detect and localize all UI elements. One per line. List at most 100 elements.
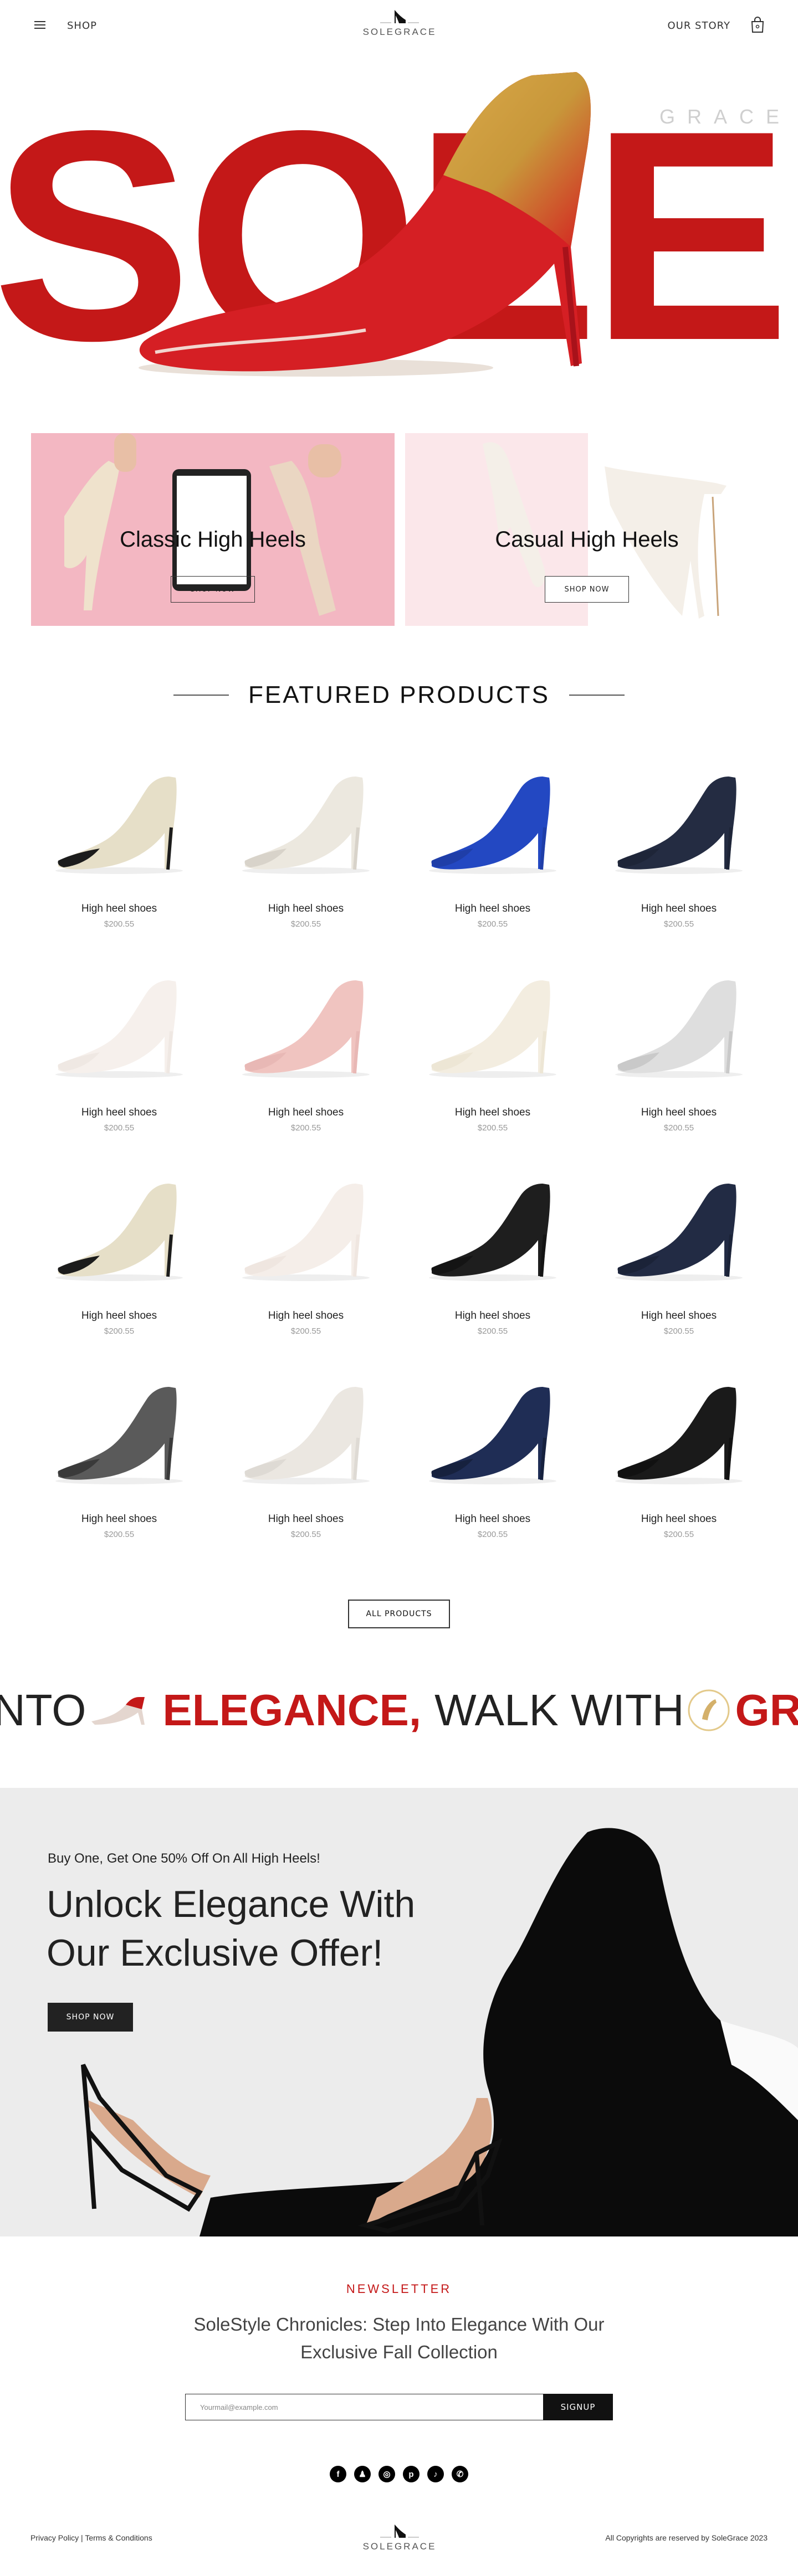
product-card[interactable]: High heel shoes $200.55	[405, 748, 581, 936]
product-image[interactable]	[591, 952, 767, 1100]
product-name[interactable]: High heel shoes	[31, 1513, 207, 1525]
product-name[interactable]: High heel shoes	[591, 1513, 767, 1525]
category-card-classic[interactable]: Classic High Heels SHOP NOW	[31, 433, 395, 626]
shop-link[interactable]: SHOP	[67, 20, 97, 32]
product-image[interactable]	[218, 748, 394, 896]
product-name[interactable]: High heel shoes	[405, 903, 581, 915]
product-name[interactable]: High heel shoes	[405, 1513, 581, 1525]
product-card[interactable]: High heel shoes $200.55	[31, 952, 207, 1140]
product-name[interactable]: High heel shoes	[31, 903, 207, 915]
heel-logo-icon	[380, 10, 419, 23]
product-name[interactable]: High heel shoes	[591, 903, 767, 915]
product-card[interactable]: High heel shoes $200.55	[31, 748, 207, 936]
product-image[interactable]	[31, 1358, 207, 1506]
product-image[interactable]	[591, 1358, 767, 1506]
terms-link[interactable]: Terms & Conditions	[85, 2533, 152, 2542]
newsletter-form: SIGNUP	[185, 2394, 613, 2420]
product-card[interactable]: High heel shoes $200.55	[591, 1358, 767, 1546]
category-title: Classic High Heels	[120, 527, 306, 552]
privacy-policy-link[interactable]: Privacy Policy	[30, 2533, 79, 2542]
product-card[interactable]: High heel shoes $200.55	[218, 952, 394, 1140]
product-price: $200.55	[663, 1326, 694, 1336]
product-image[interactable]	[218, 952, 394, 1100]
product-price: $200.55	[477, 1326, 508, 1336]
product-image[interactable]	[218, 1155, 394, 1303]
red-heel-image	[139, 72, 591, 377]
product-image[interactable]	[591, 1155, 767, 1303]
product-image[interactable]	[218, 1358, 394, 1506]
product-card[interactable]: High heel shoes $200.55	[405, 1358, 581, 1546]
product-name[interactable]: High heel shoes	[218, 1513, 394, 1525]
whatsapp-icon[interactable]: ✆	[452, 2466, 468, 2482]
promo-banner: Buy One, Get One 50% Off On All High Hee…	[0, 1788, 798, 2236]
product-price: $200.55	[477, 919, 508, 929]
product-image[interactable]	[405, 1155, 581, 1303]
heading-divider-left	[173, 695, 229, 696]
product-price: $200.55	[290, 1326, 321, 1336]
product-name[interactable]: High heel shoes	[31, 1107, 207, 1119]
product-price: $200.55	[477, 1530, 508, 1539]
grace-badge-icon	[688, 1689, 729, 1731]
product-price: $200.55	[290, 919, 321, 929]
product-price: $200.55	[663, 1530, 694, 1539]
footer-logo[interactable]: SOLEGRACE	[358, 2522, 441, 2552]
product-card[interactable]: High heel shoes $200.55	[218, 1358, 394, 1546]
product-card[interactable]: High heel shoes $200.55	[405, 1155, 581, 1343]
shop-now-button[interactable]: SHOP NOW	[171, 576, 255, 603]
product-name[interactable]: High heel shoes	[591, 1310, 767, 1322]
promo-eyebrow: Buy One, Get One 50% Off On All High Hee…	[48, 1851, 320, 1866]
footer-brand-name: SOLEGRACE	[362, 2541, 437, 2552]
product-name[interactable]: High heel shoes	[218, 1107, 394, 1119]
hero-banner: SOLE GRACE	[0, 53, 798, 385]
product-name[interactable]: High heel shoes	[31, 1310, 207, 1322]
product-image[interactable]	[405, 1358, 581, 1506]
tiktok-icon[interactable]: ♪	[427, 2466, 444, 2482]
promo-shop-now-button[interactable]: SHOP NOW	[48, 2003, 133, 2032]
scrolling-marquee: NTO ELEGANCE, WALK WITH GRAC	[0, 1683, 798, 1738]
product-price: $200.55	[290, 1123, 321, 1133]
signup-button[interactable]: SIGNUP	[543, 2394, 613, 2420]
product-image[interactable]	[31, 748, 207, 896]
heel-image	[91, 1697, 145, 1725]
site-footer: Privacy Policy | Terms & Conditions SOLE…	[0, 2515, 798, 2576]
product-name[interactable]: High heel shoes	[405, 1310, 581, 1322]
product-card[interactable]: High heel shoes $200.55	[591, 952, 767, 1140]
all-products-button[interactable]: ALL PRODUCTS	[348, 1600, 450, 1628]
shopping-bag-icon[interactable]	[750, 17, 765, 35]
brand-logo[interactable]: SOLEGRACE	[358, 8, 441, 41]
facebook-icon[interactable]: f	[330, 2466, 346, 2482]
hamburger-menu-icon[interactable]	[34, 21, 45, 29]
marquee-text-highlight: ELEGANCE,	[162, 1685, 422, 1735]
product-image[interactable]	[31, 1155, 207, 1303]
product-card[interactable]: High heel shoes $200.55	[405, 952, 581, 1140]
instagram-icon[interactable]: ◎	[378, 2466, 395, 2482]
featured-title: FEATURED PRODUCTS	[248, 681, 550, 708]
snapchat-icon[interactable]: ♟	[354, 2466, 371, 2482]
heel-logo-icon	[380, 2524, 419, 2538]
marquee-text: WALK WITH	[434, 1685, 684, 1735]
product-image[interactable]	[405, 748, 581, 896]
product-name[interactable]: High heel shoes	[218, 1310, 394, 1322]
product-card[interactable]: High heel shoes $200.55	[218, 1155, 394, 1343]
product-name[interactable]: High heel shoes	[591, 1107, 767, 1119]
product-card[interactable]: High heel shoes $200.55	[591, 1155, 767, 1343]
product-image[interactable]	[31, 952, 207, 1100]
marquee-text-highlight: GRAC	[735, 1685, 798, 1735]
product-name[interactable]: High heel shoes	[405, 1107, 581, 1119]
product-card[interactable]: High heel shoes $200.55	[591, 748, 767, 936]
product-price: $200.55	[104, 1530, 135, 1539]
product-card[interactable]: High heel shoes $200.55	[218, 748, 394, 936]
pinterest-icon[interactable]: p	[403, 2466, 420, 2482]
newsletter-label: NEWSLETTER	[346, 2282, 452, 2296]
product-card[interactable]: High heel shoes $200.55	[31, 1155, 207, 1343]
product-image[interactable]	[405, 952, 581, 1100]
product-image[interactable]	[591, 748, 767, 896]
promo-title-line: Unlock Elegance With	[47, 1883, 416, 1925]
product-name[interactable]: High heel shoes	[218, 903, 394, 915]
shop-now-button[interactable]: SHOP NOW	[545, 576, 629, 603]
our-story-link[interactable]: OUR STORY	[667, 20, 730, 32]
category-card-casual[interactable]: Casual High Heels SHOP NOW	[405, 433, 769, 626]
email-input[interactable]	[185, 2394, 543, 2420]
product-price: $200.55	[290, 1530, 321, 1539]
product-card[interactable]: High heel shoes $200.55	[31, 1358, 207, 1546]
